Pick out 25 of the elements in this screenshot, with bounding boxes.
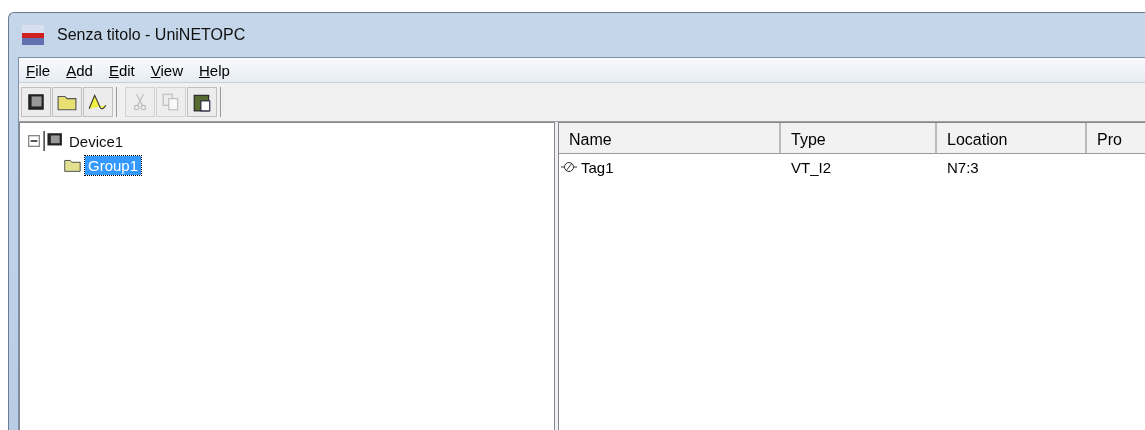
app-logo-icon [21, 24, 45, 46]
menu-item[interactable]: Add [66, 61, 93, 79]
menu-item[interactable]: Help [199, 61, 230, 79]
column-header[interactable]: Pro [1087, 123, 1145, 153]
column-header[interactable]: Type [781, 123, 937, 153]
wave-icon [88, 92, 108, 112]
toolbar-button[interactable] [21, 87, 51, 117]
column-header[interactable]: Location [937, 123, 1087, 153]
menu-item[interactable]: File [26, 61, 51, 79]
window-title: Senza titolo - UniNETOPC [57, 26, 246, 44]
monitor-icon [43, 131, 63, 151]
copy-icon [161, 92, 181, 112]
menu-item[interactable]: Edit [108, 61, 135, 79]
monitor-icon [26, 92, 46, 112]
table-cell: N7:3 [947, 158, 979, 176]
toolbar-button[interactable] [187, 87, 217, 117]
clipboard-icon [192, 92, 212, 112]
toolbar-button[interactable] [83, 87, 113, 117]
table-cell: Tag1 [581, 158, 614, 176]
tag-icon [561, 161, 577, 173]
tree-item[interactable]: Device1 [66, 131, 127, 151]
collapse-toggle[interactable] [28, 135, 40, 147]
table-cell: VT_I2 [791, 158, 832, 176]
menu-item[interactable]: View [150, 61, 183, 79]
column-header[interactable]: Name [559, 123, 781, 153]
